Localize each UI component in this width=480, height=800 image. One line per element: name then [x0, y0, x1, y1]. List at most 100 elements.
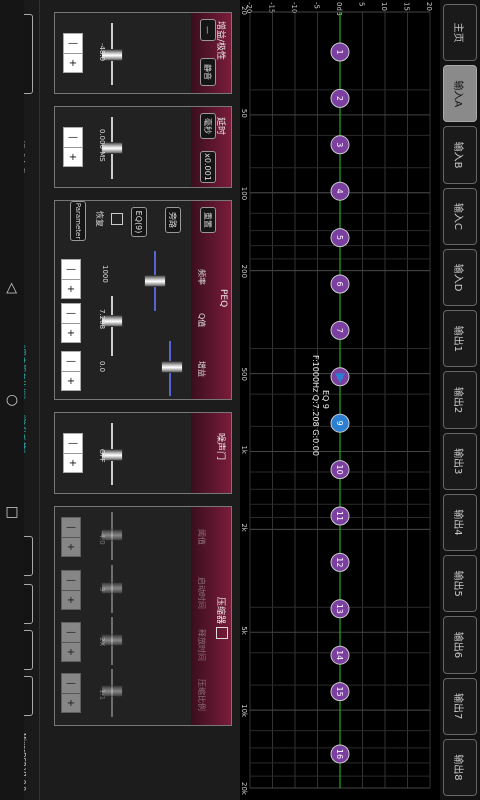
graph-x-tick: 100	[240, 187, 248, 200]
comp-ratio-stepper[interactable]: — +	[61, 673, 81, 713]
graph-x-tick: 20k	[240, 782, 248, 796]
peq-gain-minus[interactable]: —	[62, 352, 80, 372]
peq-restore-label: 恢复	[95, 211, 104, 227]
comp-threshold-minus[interactable]: —	[62, 518, 80, 538]
graph-y-tick: -5	[313, 2, 321, 9]
polarity-button[interactable]: —	[200, 19, 216, 41]
peq-gain-stepper[interactable]: — +	[61, 351, 81, 391]
eq-band-label[interactable]: 9	[335, 421, 344, 426]
noise-gate-value: OFF	[98, 449, 106, 463]
comp-release-minus[interactable]: —	[62, 623, 80, 643]
delay-unit-button[interactable]: 毫秒	[200, 113, 216, 139]
tab-12[interactable]: 输出8	[443, 738, 477, 797]
delay-stepper[interactable]: — +	[63, 127, 83, 167]
noise-gate-stepper[interactable]: — +	[63, 433, 83, 473]
comp-threshold-stepper[interactable]: — +	[61, 517, 81, 557]
noise-gate-plus[interactable]: +	[64, 454, 82, 473]
gain-plus-button[interactable]: +	[64, 54, 82, 73]
peq-freq-knob[interactable]	[144, 275, 166, 287]
noise-gate-title: 噪声门	[215, 433, 225, 461]
peq-gain-label: 增益	[197, 361, 206, 377]
eq-band-label[interactable]: 13	[335, 604, 344, 614]
eq-band-label[interactable]: 16	[335, 749, 344, 759]
graph-y-tick: 20	[425, 2, 433, 11]
delay-title: 延时	[215, 117, 225, 136]
gain-value: -48.0	[98, 43, 106, 62]
tab-5[interactable]: 输出1	[443, 310, 477, 368]
tab-11[interactable]: 输出7	[443, 677, 477, 735]
peq-q-stepper[interactable]: — +	[61, 303, 81, 343]
comp-threshold-plus[interactable]: +	[62, 538, 80, 557]
eq-band-label[interactable]: 1	[335, 49, 344, 54]
eq-band-label[interactable]: 5	[335, 235, 344, 240]
tab-2[interactable]: 输入B	[443, 126, 477, 184]
android-nav-bar: ◁ ○ □	[0, 0, 24, 800]
graph-y-tick: 0dB	[335, 2, 343, 16]
tab-4[interactable]: 输入D	[443, 248, 477, 307]
nav-home-icon[interactable]: ○	[4, 392, 20, 408]
eq-band-label[interactable]: 7	[335, 328, 344, 333]
peq-freq-stepper[interactable]: — +	[61, 259, 81, 299]
peq-freq-label: 频率	[197, 269, 206, 285]
comp-ratio-minus[interactable]: —	[62, 674, 80, 694]
noise-gate-minus[interactable]: —	[64, 434, 82, 454]
eq-band-label[interactable]: 14	[335, 650, 344, 660]
comp-release-stepper[interactable]: — +	[61, 622, 81, 662]
tab-8[interactable]: 输出4	[443, 493, 477, 552]
peq-reset-button[interactable]: 重置	[200, 207, 216, 233]
tab-bar: 主页 输入A 输入B 输入C 输入D 输出1 输出2 输出3 输出4 输出5 输出6 输出7 输出8	[440, 0, 480, 800]
graph-x-tick: 500	[240, 368, 248, 381]
mute-button[interactable]: 静音	[200, 58, 216, 86]
eq-band-label[interactable]: 10	[335, 465, 344, 475]
peq-eq-button[interactable]: EQ(9)	[131, 207, 147, 237]
peq-q-minus[interactable]: —	[62, 304, 80, 324]
delay-step-button[interactable]: x0.001	[200, 151, 216, 183]
tab-1[interactable]: 输入A	[443, 65, 477, 123]
delay-box: 延时 毫秒 x0.001 — + 0.000 MS	[54, 106, 232, 188]
comp-release-value: 2X	[98, 637, 106, 647]
tab-3[interactable]: 输入C	[443, 187, 477, 245]
eq-band-label[interactable]: 6	[335, 281, 344, 286]
comp-attack-minus[interactable]: —	[62, 571, 80, 591]
gain-stepper[interactable]: — +	[63, 33, 83, 73]
peq-gain-knob[interactable]	[161, 361, 183, 373]
comp-attack-stepper[interactable]: — +	[61, 570, 81, 610]
compressor-box: 压缩器 阈值 -4.0 — + 启动时间 3 — + 释放时间 2X — + 压…	[54, 506, 232, 726]
peq-freq-minus[interactable]: —	[62, 260, 80, 280]
peq-params-button[interactable]: Parameter	[70, 201, 86, 241]
comp-ratio-value: 1:1	[98, 689, 106, 701]
graph-x-tick: 5k	[240, 626, 248, 635]
eq-band-label[interactable]: 3	[335, 142, 344, 147]
peq-freq-plus[interactable]: +	[62, 280, 80, 299]
peq-q-value: 7.208	[98, 309, 106, 330]
graph-x-tick: 50	[240, 109, 248, 118]
eq-band-label[interactable]: 15	[335, 687, 344, 697]
delay-plus-button[interactable]: +	[64, 148, 82, 167]
gain-minus-button[interactable]: —	[64, 34, 82, 54]
comp-release-plus[interactable]: +	[62, 643, 80, 662]
tab-10[interactable]: 输出6	[443, 616, 477, 674]
peq-q-label: Q值	[197, 313, 206, 328]
peq-q-plus[interactable]: +	[62, 324, 80, 343]
eq-band-label[interactable]: 4	[335, 189, 344, 194]
eq-graph[interactable]: 20 15 10 5 0dB -5 -10 -15 -20 20 50 100 200 500 1k 2k 5k…	[240, 0, 440, 800]
nav-recent-icon[interactable]: □	[4, 504, 20, 520]
comp-release-label: 释放时间	[197, 629, 206, 661]
comp-attack-plus[interactable]: +	[62, 591, 80, 610]
compressor-title: 压缩器	[215, 597, 225, 625]
eq-band-label[interactable]: 12	[335, 557, 344, 567]
nav-back-icon[interactable]: ◁	[4, 280, 20, 296]
tab-7[interactable]: 输出3	[443, 432, 477, 490]
graph-x-tick: 200	[240, 265, 248, 278]
tab-6[interactable]: 输出2	[443, 371, 477, 429]
compressor-enable-checkbox[interactable]	[216, 627, 228, 639]
peq-restore-checkbox[interactable]	[111, 213, 123, 225]
delay-minus-button[interactable]: —	[64, 128, 82, 148]
peq-bypass-button[interactable]: 旁路	[165, 207, 181, 233]
eq-band-label[interactable]: 2	[335, 96, 344, 101]
tab-0[interactable]: 主页	[443, 4, 477, 62]
eq-band-label[interactable]: 11	[335, 511, 344, 521]
peq-gain-plus[interactable]: +	[62, 372, 80, 391]
comp-ratio-plus[interactable]: +	[62, 694, 80, 713]
tab-9[interactable]: 输出5	[443, 555, 477, 613]
